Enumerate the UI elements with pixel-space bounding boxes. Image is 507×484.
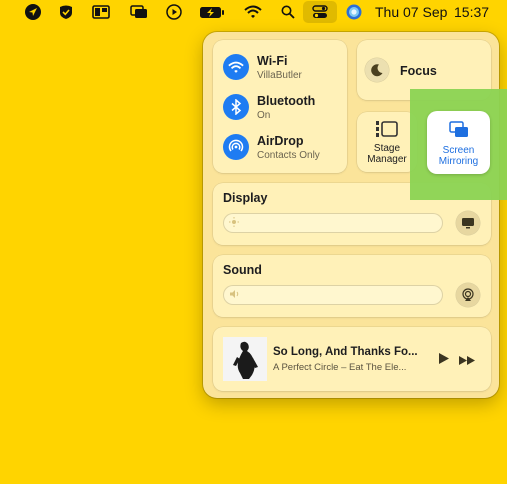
sound-tile: Sound	[213, 255, 491, 317]
volume-slider[interactable]	[223, 285, 443, 305]
bluetooth-icon[interactable]	[223, 94, 249, 120]
track-title: So Long, And Thanks Fo...	[273, 346, 418, 358]
stage-manager-label: Stage Manager	[357, 143, 417, 165]
track-artist-album: A Perfect Circle – Eat The Ele...	[273, 362, 407, 373]
play-icon[interactable]	[164, 3, 184, 21]
stage-manager-button[interactable]: Stage Manager	[357, 112, 417, 172]
window-layout-icon[interactable]	[91, 3, 111, 21]
control-center-panel: Wi-Fi VillaButler Bluetooth On AirDrop C…	[203, 32, 499, 398]
album-art	[223, 337, 267, 381]
control-center-icon[interactable]	[303, 1, 337, 23]
airplay-audio-icon[interactable]	[456, 283, 480, 307]
fast-forward-icon[interactable]	[458, 353, 476, 371]
airdrop-toggle[interactable]: AirDrop Contacts Only	[223, 134, 358, 164]
bluetooth-status: On	[257, 110, 271, 121]
now-playing-tile[interactable]: So Long, And Thanks Fo... A Perfect Circ…	[213, 327, 491, 391]
screen-mirroring-label-line2: Mirroring	[438, 156, 479, 167]
search-icon[interactable]	[278, 3, 298, 21]
sun-icon	[229, 217, 239, 230]
bluetooth-title: Bluetooth	[257, 94, 316, 108]
menubar-time[interactable]: 15:37	[454, 4, 489, 20]
wifi-icon[interactable]	[243, 3, 263, 21]
network-tile: Wi-Fi VillaButler Bluetooth On AirDrop C…	[213, 40, 347, 173]
menu-bar: Thu 07 Sep 15:37	[0, 0, 507, 24]
screen-mirroring-button[interactable]: Screen Mirroring	[427, 111, 490, 174]
bluetooth-toggle[interactable]: Bluetooth On	[223, 94, 358, 124]
location-icon[interactable]	[23, 3, 43, 21]
sound-title: Sound	[223, 263, 262, 277]
display-settings-icon[interactable]	[456, 211, 480, 235]
screen-mirroring-label: Screen Mirroring	[427, 145, 490, 167]
check-icon[interactable]	[56, 3, 76, 21]
stage-manager-label-line2: Manager	[367, 154, 407, 165]
battery-charging-icon[interactable]	[199, 3, 225, 21]
siri-icon[interactable]	[344, 3, 364, 21]
airdrop-status: Contacts Only	[257, 150, 320, 161]
stage-manager-label-line1: Stage	[373, 143, 401, 154]
stage-manager-icon	[375, 120, 399, 143]
moon-icon	[365, 58, 389, 82]
wifi-network-name: VillaButler	[257, 70, 302, 81]
wifi-toggle[interactable]: Wi-Fi VillaButler	[223, 54, 358, 84]
screen-mirroring-icon	[449, 121, 469, 143]
menubar-date[interactable]: Thu 07 Sep	[375, 4, 447, 20]
wifi-title: Wi-Fi	[257, 54, 288, 68]
brightness-slider[interactable]	[223, 213, 443, 233]
screen-mirroring-label-line1: Screen	[442, 145, 475, 156]
screen-mirror-icon[interactable]	[129, 3, 149, 21]
display-title: Display	[223, 191, 268, 205]
airdrop-title: AirDrop	[257, 134, 304, 148]
airdrop-icon[interactable]	[223, 134, 249, 160]
wifi-icon[interactable]	[223, 54, 249, 80]
play-button-icon[interactable]	[438, 352, 450, 370]
focus-label: Focus	[400, 64, 437, 78]
speaker-icon	[229, 289, 241, 302]
